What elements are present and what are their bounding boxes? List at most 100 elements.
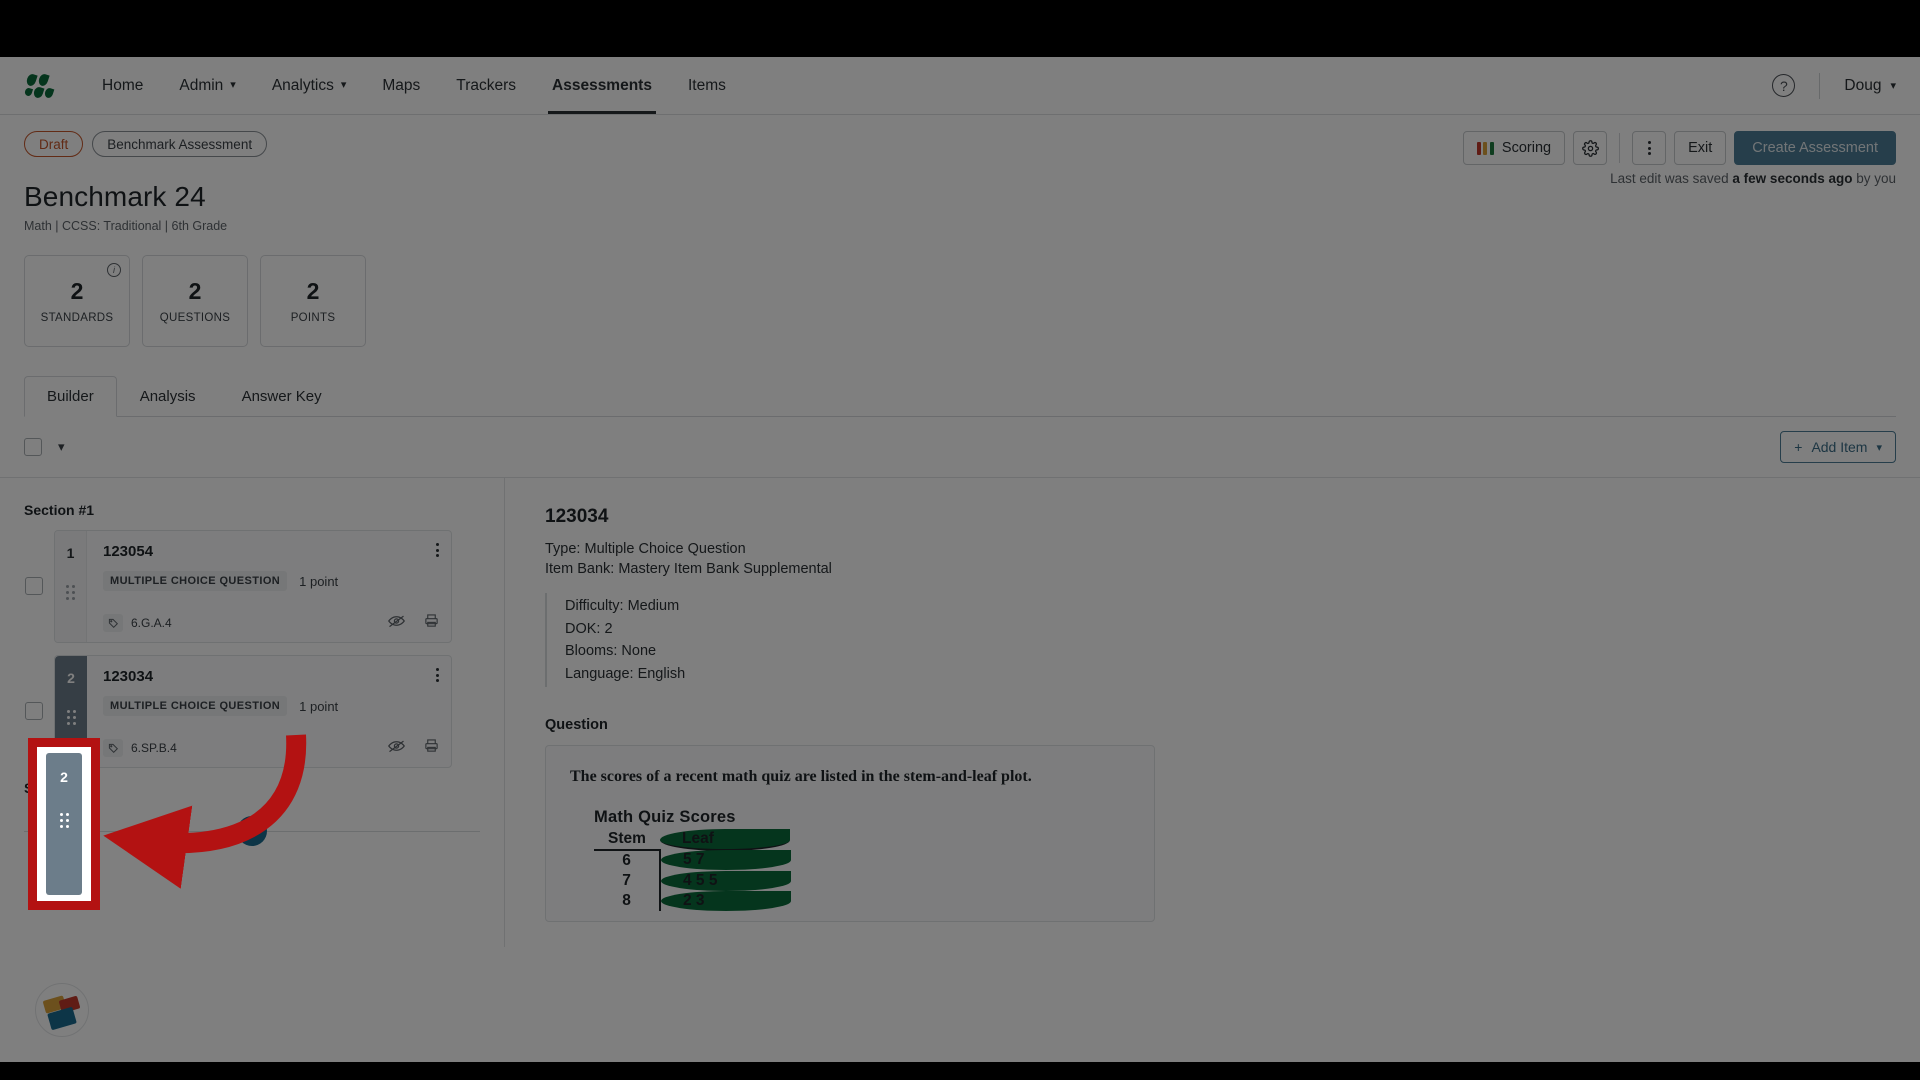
stat-card-standards: i 2 STANDARDS bbox=[24, 255, 130, 347]
assessment-type-badge: Benchmark Assessment bbox=[92, 131, 268, 157]
support-chat-widget[interactable] bbox=[35, 983, 89, 1037]
saved-prefix: Last edit was saved bbox=[1610, 171, 1733, 186]
item-body: 123054 MULTIPLE CHOICE QUESTION 1 point bbox=[87, 531, 451, 642]
detail-item-id: 123034 bbox=[545, 506, 609, 527]
item-meta: MULTIPLE CHOICE QUESTION 1 point bbox=[103, 571, 439, 591]
standard-code: 6.SP.B.4 bbox=[131, 741, 177, 755]
item-card-1[interactable]: 1 123054 MULTIPLE CHOICE QUESTION 1 poin… bbox=[25, 530, 452, 643]
user-menu[interactable]: Doug ▾ bbox=[1844, 77, 1896, 95]
section-title: Section #1 bbox=[24, 502, 95, 518]
nav-item-trackers[interactable]: Trackers bbox=[438, 57, 534, 114]
item-checkbox[interactable] bbox=[25, 577, 43, 595]
item-checkbox[interactable] bbox=[25, 702, 43, 720]
nav-item-admin[interactable]: Admin ▾ bbox=[161, 57, 253, 114]
item-points: 1 point bbox=[299, 698, 339, 714]
preview-eye-icon[interactable] bbox=[388, 739, 405, 758]
nav-item-items[interactable]: Items bbox=[670, 57, 744, 114]
item-menu-button[interactable] bbox=[436, 668, 439, 682]
nav-label: Admin bbox=[179, 76, 224, 94]
nav-item-analytics[interactable]: Analytics ▾ bbox=[254, 57, 365, 114]
item-gutter: 1 bbox=[55, 531, 87, 642]
nav-item-home[interactable]: Home bbox=[84, 57, 161, 114]
detail-dok: DOK: 2 bbox=[565, 620, 613, 637]
plot-row: 8 2 3 bbox=[594, 891, 791, 911]
info-icon[interactable]: i bbox=[107, 263, 121, 277]
item-card-2[interactable]: 2 123034 MULTIPLE CHOICE QUESTION 1 poin… bbox=[25, 655, 452, 768]
stat-value: 2 bbox=[306, 278, 320, 304]
nav-label: Analytics bbox=[271, 76, 334, 94]
print-icon[interactable] bbox=[424, 613, 439, 633]
builder-toolbar: ▾ + Add Item ▾ bbox=[0, 417, 1920, 477]
drag-handle-icon[interactable] bbox=[66, 710, 76, 725]
saved-suffix: by you bbox=[1852, 171, 1896, 186]
application-window: Home Admin ▾ Analytics ▾ Maps Trackers A bbox=[0, 57, 1920, 1062]
item-action-icons bbox=[388, 738, 439, 758]
nav-label: Assessments bbox=[552, 76, 652, 94]
tab-builder[interactable]: Builder bbox=[24, 376, 117, 417]
create-assessment-button[interactable]: Create Assessment bbox=[1734, 131, 1896, 165]
stat-value: 2 bbox=[188, 278, 202, 304]
exit-button[interactable]: Exit bbox=[1674, 131, 1727, 165]
gear-icon bbox=[1581, 139, 1599, 157]
stat-card-points: 2 POINTS bbox=[260, 255, 366, 347]
tab-analysis[interactable]: Analysis bbox=[117, 376, 219, 417]
plot-stem: 8 bbox=[594, 891, 661, 911]
item-footer: 6.SP.B.4 bbox=[103, 738, 439, 758]
section-title-2: Section #2 bbox=[24, 780, 95, 796]
detail-type: Type: Multiple Choice Question bbox=[545, 541, 746, 557]
drag-handle-icon[interactable] bbox=[66, 585, 75, 600]
divider-line bbox=[267, 830, 480, 832]
nav-label: Home bbox=[102, 76, 144, 94]
print-icon[interactable] bbox=[424, 738, 439, 758]
plot-row: 7 4 5 5 bbox=[594, 871, 791, 891]
kebab-menu-icon bbox=[1647, 141, 1651, 155]
kebab-menu-icon bbox=[436, 543, 439, 557]
detail-metadata: Difficulty: Medium DOK: 2 Blooms: None L… bbox=[545, 593, 1880, 687]
nav-label: Maps bbox=[382, 76, 421, 94]
item-number: 2 bbox=[67, 670, 75, 686]
plot-row: 6 5 7 bbox=[594, 850, 791, 871]
help-icon[interactable]: ? bbox=[1772, 74, 1796, 97]
add-section-button[interactable]: + bbox=[237, 816, 267, 846]
plot-stem: 6 bbox=[594, 850, 661, 871]
settings-button[interactable] bbox=[1573, 131, 1608, 165]
screenshot-stage: Home Admin ▾ Analytics ▾ Maps Trackers A bbox=[0, 0, 1920, 1080]
builder-split-view: Section #1 1 123054 MULTIPLE CHOICE QUES… bbox=[0, 477, 1920, 947]
item-id: 123054 bbox=[103, 543, 154, 560]
tab-answer-key[interactable]: Answer Key bbox=[219, 376, 345, 417]
saved-time: a few seconds ago bbox=[1732, 171, 1853, 186]
preview-eye-icon[interactable] bbox=[388, 614, 405, 633]
item-gutter: 2 bbox=[55, 656, 87, 767]
plot-header-stem: Stem bbox=[594, 829, 660, 851]
nav-item-maps[interactable]: Maps bbox=[364, 57, 438, 114]
item-type-badge: MULTIPLE CHOICE QUESTION bbox=[103, 696, 288, 716]
standard-code: 6.G.A.4 bbox=[131, 616, 172, 630]
plot-title: Math Quiz Scores bbox=[594, 808, 736, 826]
nav-right-group: ? Doug ▾ bbox=[1772, 72, 1896, 99]
toolbar-actions: Scoring Exit Create Assessment bbox=[1462, 131, 1896, 165]
scoring-button[interactable]: Scoring bbox=[1462, 131, 1566, 165]
mastery-logo-icon[interactable] bbox=[23, 71, 55, 101]
nav-item-assessments[interactable]: Assessments bbox=[534, 57, 670, 114]
chevron-down-icon[interactable]: ▾ bbox=[58, 439, 65, 455]
question-text: The scores of a recent math quiz are lis… bbox=[570, 768, 1032, 785]
plot-leaf: 4 5 5 bbox=[661, 871, 791, 891]
scoring-bars-icon bbox=[1476, 141, 1494, 155]
detail-difficulty: Difficulty: Medium bbox=[565, 598, 680, 614]
item-id: 123034 bbox=[103, 668, 154, 685]
select-all-checkbox[interactable] bbox=[24, 438, 42, 456]
divider bbox=[1819, 72, 1821, 99]
more-options-button[interactable] bbox=[1632, 131, 1667, 165]
add-item-button[interactable]: + Add Item ▾ bbox=[1780, 431, 1896, 463]
chevron-down-icon: ▾ bbox=[230, 79, 236, 91]
last-saved-status: Last edit was saved a few seconds ago by… bbox=[1610, 171, 1896, 186]
assessment-toolbar: Draft Benchmark Assessment Scoring Exit … bbox=[0, 115, 1920, 186]
chevron-down-icon: ▾ bbox=[340, 79, 347, 91]
item-meta: MULTIPLE CHOICE QUESTION 1 point bbox=[103, 696, 439, 716]
divider-line bbox=[24, 830, 237, 832]
stat-label: QUESTIONS bbox=[159, 312, 231, 324]
tag-icon bbox=[103, 739, 123, 757]
item-menu-button[interactable] bbox=[436, 543, 439, 557]
add-section-divider: + bbox=[24, 816, 480, 846]
kebab-menu-icon bbox=[436, 668, 439, 682]
